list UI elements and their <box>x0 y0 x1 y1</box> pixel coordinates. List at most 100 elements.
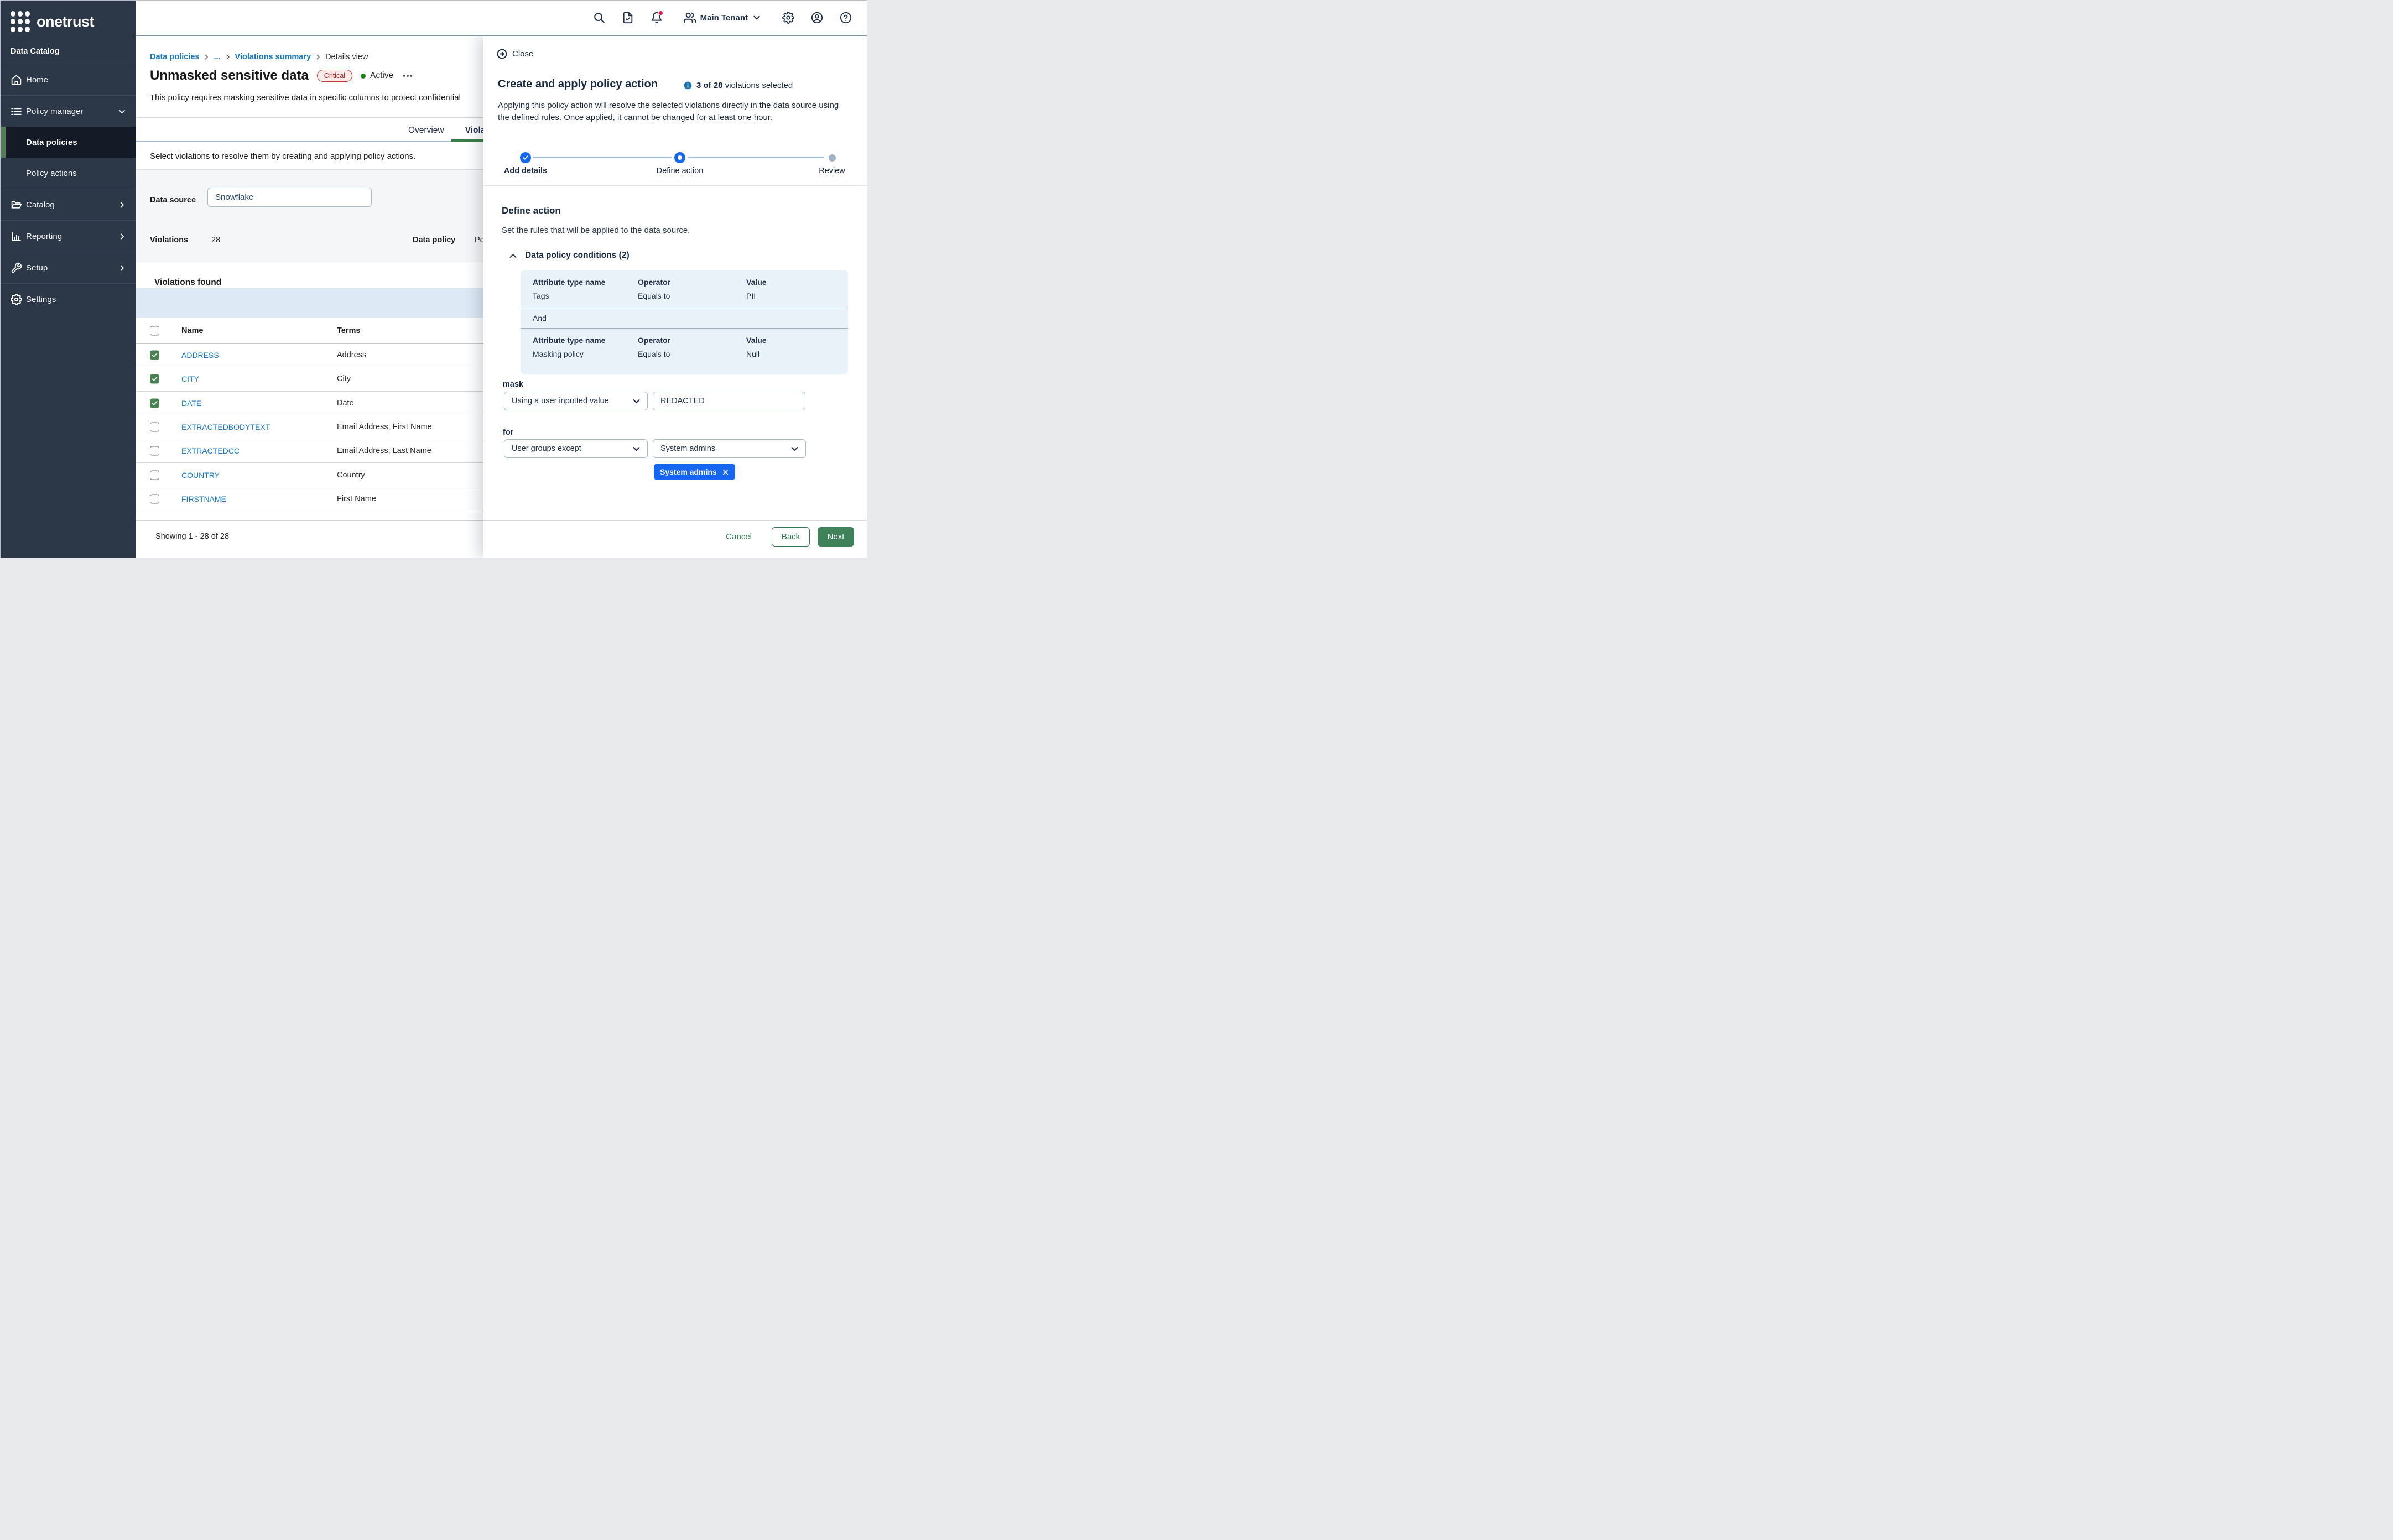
footer-divider <box>483 520 867 521</box>
violation-terms: Email Address, First Name <box>337 423 432 431</box>
breadcrumb-current: Details view <box>325 53 368 61</box>
violation-terms: Date <box>337 399 354 408</box>
row-checkbox[interactable] <box>150 470 159 480</box>
sidebar-item-policy-actions[interactable]: Policy actions <box>1 158 136 189</box>
panel-title: Create and apply policy action <box>498 78 658 91</box>
condition-header-row: Attribute type name Operator Value <box>521 329 848 350</box>
page-title: Unmasked sensitive data <box>150 68 309 84</box>
stepper-divider <box>483 185 867 186</box>
condition-row: Tags Equals to PII <box>521 292 848 308</box>
condition-row: Masking policy Equals to Null <box>521 350 848 366</box>
sidebar-item-setup[interactable]: Setup <box>1 252 136 283</box>
conditions-collapse-toggle[interactable]: Data policy conditions (2) <box>508 251 630 261</box>
step-review-marker[interactable] <box>829 154 836 162</box>
close-button[interactable]: Close <box>497 49 533 59</box>
breadcrumb-ellipsis[interactable]: ... <box>214 53 220 61</box>
search-icon[interactable] <box>593 12 605 24</box>
stepper-connector <box>533 157 672 158</box>
gear-icon[interactable] <box>782 12 794 24</box>
mask-method-select[interactable]: Using a user inputted value <box>504 392 648 410</box>
sidebar: onetrust Data Catalog Home Policy manage… <box>1 1 136 558</box>
next-button[interactable]: Next <box>818 527 854 547</box>
mask-label: mask <box>503 380 523 389</box>
step-label-add-details: Add details <box>504 167 547 175</box>
row-checkbox[interactable] <box>150 423 159 432</box>
for-method-select[interactable]: User groups except <box>504 439 648 458</box>
violation-name-link[interactable]: DATE <box>181 399 201 408</box>
sidebar-item-data-policies[interactable]: Data policies <box>1 127 136 158</box>
title-row: Unmasked sensitive data Critical Active <box>150 68 414 84</box>
row-checkbox[interactable] <box>150 398 159 408</box>
chevron-down-icon <box>632 444 641 454</box>
status-indicator: Active <box>361 71 393 81</box>
row-checkbox[interactable] <box>150 374 159 384</box>
bar-chart-icon <box>11 231 22 242</box>
define-action-heading: Define action <box>502 205 561 216</box>
selection-count-text: 3 of 28 violations selected <box>696 81 793 90</box>
remove-chip-icon[interactable] <box>722 469 729 476</box>
chevron-right-icon <box>118 232 126 241</box>
pagination-status: Showing 1 - 28 of 28 <box>155 532 229 541</box>
row-checkbox[interactable] <box>150 446 159 456</box>
panel-description: Applying this policy action will resolve… <box>498 100 846 124</box>
mask-row: Using a user inputted value <box>504 392 805 410</box>
chevron-down-icon <box>752 13 761 22</box>
violation-name-link[interactable]: EXTRACTEDCC <box>181 446 240 455</box>
step-label-review: Review <box>819 167 845 175</box>
notifications-button[interactable] <box>651 12 663 24</box>
info-icon <box>684 81 692 90</box>
breadcrumb-violations-summary[interactable]: Violations summary <box>235 53 311 61</box>
selected-group-chip[interactable]: System admins <box>654 464 735 480</box>
brand-logo[interactable]: onetrust <box>1 1 136 35</box>
stepper-connector <box>688 157 824 158</box>
sidebar-item-reporting[interactable]: Reporting <box>1 221 136 252</box>
sidebar-item-home[interactable]: Home <box>1 64 136 95</box>
data-source-input[interactable] <box>207 188 372 207</box>
document-check-icon[interactable] <box>622 12 634 24</box>
sidebar-item-catalog[interactable]: Catalog <box>1 189 136 220</box>
violation-name-link[interactable]: EXTRACTEDBODYTEXT <box>181 423 270 431</box>
for-label: for <box>503 428 513 437</box>
tenant-switcher[interactable]: Main Tenant <box>684 12 761 24</box>
violation-name-link[interactable]: COUNTRY <box>181 471 220 480</box>
step-add-details-marker[interactable] <box>520 152 531 163</box>
step-label-define-action: Define action <box>657 167 704 175</box>
violation-terms: First Name <box>337 495 376 503</box>
violation-terms: Country <box>337 471 365 480</box>
column-header-name: Name <box>181 326 204 335</box>
cancel-button[interactable]: Cancel <box>720 527 757 547</box>
chevron-down-icon <box>118 107 126 116</box>
active-status-dot <box>361 74 366 79</box>
tab-overview[interactable]: Overview <box>406 124 446 137</box>
mask-value-input[interactable] <box>653 392 805 410</box>
data-policy-label: Data policy <box>413 236 455 244</box>
sidebar-item-policy-manager[interactable]: Policy manager <box>1 96 136 127</box>
account-icon[interactable] <box>811 12 823 24</box>
folder-icon <box>11 199 22 211</box>
back-button[interactable]: Back <box>772 527 810 547</box>
row-checkbox[interactable] <box>150 494 159 503</box>
row-checkbox[interactable] <box>150 351 159 360</box>
violations-count-value: 28 <box>211 236 220 244</box>
policy-action-panel: Close Create and apply policy action 3 o… <box>483 36 867 558</box>
help-icon[interactable] <box>840 12 852 24</box>
breadcrumb-data-policies[interactable]: Data policies <box>150 53 199 61</box>
violations-count-label: Violations <box>150 236 188 244</box>
more-menu-icon[interactable] <box>402 70 414 82</box>
step-define-action-marker[interactable] <box>674 152 685 163</box>
close-arrow-icon <box>497 49 507 59</box>
violation-name-link[interactable]: ADDRESS <box>181 351 219 360</box>
violation-terms: Address <box>337 351 366 360</box>
home-icon <box>11 74 22 86</box>
violation-name-link[interactable]: FIRSTNAME <box>181 495 226 503</box>
tenant-name: Main Tenant <box>700 13 748 23</box>
user-groups-select[interactable]: System admins <box>653 439 806 458</box>
violation-name-link[interactable]: CITY <box>181 374 199 383</box>
violation-terms: Email Address, Last Name <box>337 446 431 455</box>
sidebar-item-settings[interactable]: Settings <box>1 284 136 315</box>
wrench-icon <box>11 262 22 274</box>
selection-info: 3 of 28 violations selected <box>684 81 793 90</box>
conditions-title: Data policy conditions (2) <box>525 251 630 261</box>
breadcrumb: Data policies ... Violations summary Det… <box>150 53 368 61</box>
select-all-checkbox[interactable] <box>150 326 159 335</box>
